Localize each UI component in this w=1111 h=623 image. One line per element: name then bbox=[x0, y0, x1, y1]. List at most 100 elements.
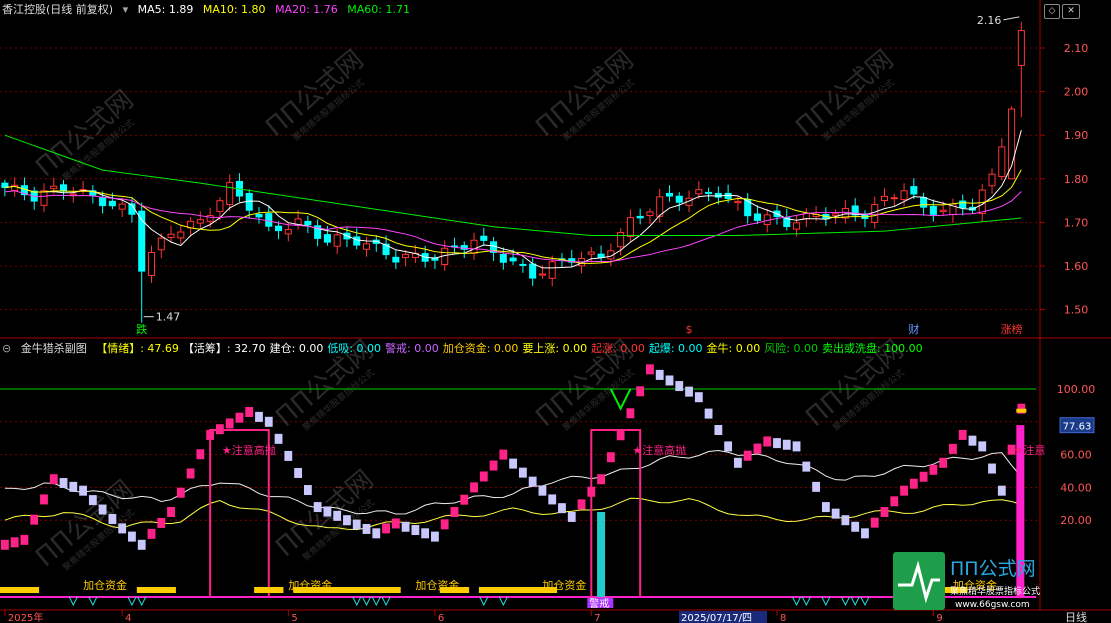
add-fund-label: 加仓资金 bbox=[415, 578, 459, 592]
candle-body bbox=[832, 213, 840, 217]
candle-body bbox=[705, 191, 713, 194]
add-fund-label: 加仓资金 bbox=[542, 578, 586, 592]
candle-body bbox=[499, 254, 507, 263]
oscillator-step bbox=[528, 476, 537, 487]
low-buy-mark bbox=[352, 596, 362, 607]
sub-legend-item: 卖出或洗盘: 100.00 bbox=[821, 342, 923, 355]
add-fund-label: 加仓资金 bbox=[288, 578, 332, 592]
candle-body bbox=[69, 193, 77, 196]
sub-icon[interactable]: ⊝ bbox=[2, 342, 11, 355]
dropdown-icon[interactable]: ▾ bbox=[123, 3, 129, 16]
candle-body bbox=[108, 200, 116, 207]
candle-body bbox=[587, 251, 595, 255]
chart-canvas[interactable]: ΠΠ公式网聚焦精华股票指标公式 ΠΠ公式网聚焦精华股票指标公式 ΠΠ公式网聚焦精华股… bbox=[0, 0, 1111, 623]
oscillator-step bbox=[372, 528, 381, 539]
oscillator-step bbox=[411, 525, 420, 536]
oscillator-step bbox=[0, 539, 9, 550]
oscillator-step bbox=[919, 471, 928, 482]
sub-legend-item: 警戒: 0.00 bbox=[385, 342, 439, 355]
oscillator-step bbox=[870, 517, 879, 528]
x-tick-label: 9 bbox=[936, 613, 942, 623]
candle-body bbox=[509, 257, 517, 262]
sub-tick-label: 100.00 bbox=[1057, 383, 1096, 396]
collapse-button[interactable]: ◇ bbox=[1044, 4, 1060, 19]
oscillator-step bbox=[782, 439, 791, 450]
watermark: ΠΠ公式网聚焦精华股票指标公式 bbox=[30, 85, 139, 184]
candle-body bbox=[265, 213, 273, 227]
candle-body bbox=[880, 195, 889, 202]
candle-body bbox=[196, 219, 204, 224]
candle-body bbox=[900, 190, 908, 201]
candle-body bbox=[724, 192, 732, 199]
candle-body bbox=[480, 235, 488, 241]
oscillator-step bbox=[147, 528, 156, 539]
oscillator-step bbox=[30, 514, 39, 525]
stock-title[interactable]: 香江控股(日线 前复权) bbox=[2, 3, 113, 16]
oscillator-step bbox=[98, 504, 107, 515]
watermark: ΠΠ公式网聚焦精华股票指标公式 bbox=[260, 45, 369, 144]
oscillator-step bbox=[186, 468, 195, 479]
oscillator-step bbox=[303, 485, 312, 496]
oscillator-step bbox=[40, 494, 48, 505]
sub-legend-item: 风险: 0.00 bbox=[764, 342, 818, 355]
x-tick-label: 6 bbox=[438, 613, 444, 623]
oscillator-step bbox=[909, 478, 918, 489]
warning-tag-label: 警戒 bbox=[589, 597, 609, 610]
candle-body bbox=[177, 231, 185, 239]
oscillator-step bbox=[548, 494, 557, 505]
oscillator-step bbox=[538, 485, 547, 496]
oscillator-step bbox=[880, 507, 889, 517]
period-label: 日线 bbox=[1065, 610, 1087, 623]
indicator-name[interactable]: 金牛猎杀副图 bbox=[21, 342, 87, 355]
add-fund-label: 加仓资金 bbox=[83, 578, 127, 592]
logo-brand: ΠΠ公式网 bbox=[950, 558, 1036, 580]
candle-body bbox=[597, 253, 605, 258]
oscillator-step bbox=[235, 412, 244, 423]
candle-body bbox=[470, 239, 478, 254]
candle-body bbox=[226, 181, 234, 205]
price-tick-label: 1.60 bbox=[1064, 260, 1089, 273]
sub-legend-item: 【情绪】: 47.69 bbox=[96, 342, 179, 355]
oscillator-step bbox=[518, 467, 527, 478]
candle-body bbox=[40, 190, 48, 206]
candle-body bbox=[59, 184, 68, 192]
low-buy-mark bbox=[381, 596, 391, 607]
oscillator-step bbox=[323, 506, 332, 517]
oscillator-step bbox=[137, 539, 146, 550]
oscillator-step bbox=[294, 467, 303, 478]
low-buy-mark bbox=[137, 596, 147, 607]
oscillator-step bbox=[59, 478, 68, 489]
oscillator-step bbox=[861, 528, 869, 539]
ma20-label: MA20: 1.76 bbox=[275, 3, 338, 16]
oscillator-step bbox=[939, 457, 948, 468]
price-tick-label: 1.50 bbox=[1064, 304, 1089, 317]
oscillator-step bbox=[997, 485, 1006, 496]
oscillator-step bbox=[821, 502, 830, 513]
candle-body bbox=[362, 243, 371, 250]
grid-layer bbox=[0, 0, 1111, 611]
oscillator-step bbox=[489, 460, 498, 471]
low-buy-mark bbox=[68, 596, 78, 607]
current-value-label: 77.63 bbox=[1063, 422, 1092, 433]
oscillator-step bbox=[792, 441, 801, 452]
oscillator-step bbox=[69, 481, 78, 492]
candle-body bbox=[734, 200, 742, 204]
candle-body bbox=[753, 213, 761, 221]
oscillator-step bbox=[470, 482, 478, 493]
oscillator-step bbox=[831, 508, 840, 519]
explosion-bar bbox=[597, 512, 606, 597]
oscillator-step bbox=[49, 474, 58, 485]
sub-legend-item: 低吸: 0.00 bbox=[327, 342, 382, 355]
oscillator-step bbox=[284, 450, 293, 461]
ma5-label: MA5: 1.89 bbox=[137, 3, 194, 16]
oscillator-step bbox=[900, 485, 908, 496]
candle-body bbox=[665, 192, 674, 197]
x-tick-label: 4 bbox=[125, 613, 131, 623]
candle-body bbox=[50, 185, 58, 190]
high-pointer bbox=[1003, 16, 1020, 21]
candle-body bbox=[626, 217, 634, 237]
close-icon[interactable]: ✕ bbox=[1062, 4, 1080, 19]
event-marker: 涨榜 bbox=[1001, 322, 1023, 336]
oscillator-step bbox=[118, 523, 127, 534]
logo-url: www.66gsw.com bbox=[955, 600, 1030, 610]
